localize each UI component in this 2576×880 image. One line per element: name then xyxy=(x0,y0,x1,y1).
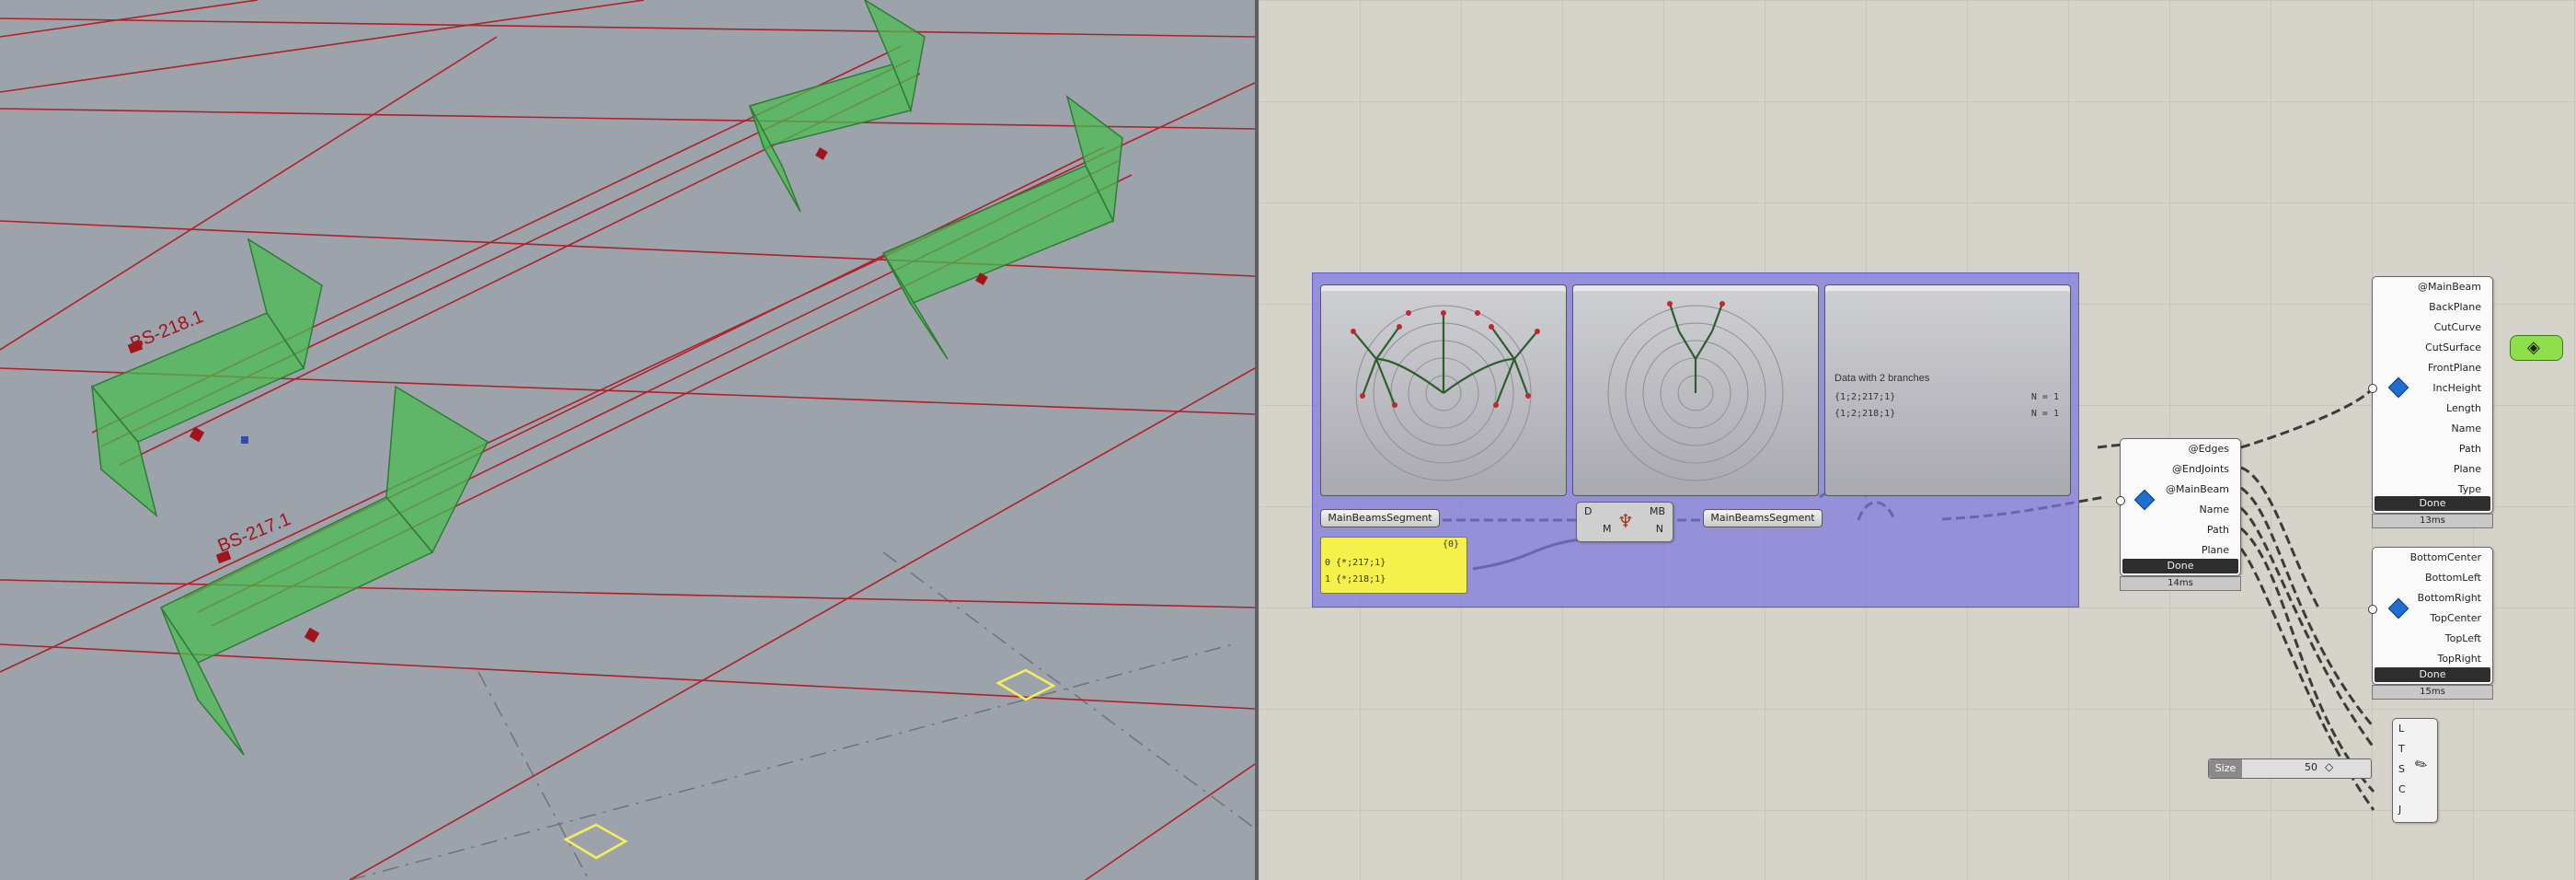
input-name: Name xyxy=(2199,504,2229,515)
input-edges: @Edges xyxy=(2188,443,2229,455)
corner-timer: 15ms xyxy=(2372,685,2493,700)
text-tag-icon: ✎ xyxy=(2411,753,2432,776)
text-input-s: S xyxy=(2398,763,2405,775)
text-input-c: C xyxy=(2398,783,2406,795)
tree-output-n: N xyxy=(1655,523,1663,535)
component-group[interactable]: Data with 2 branches {1;2;217;1} N = 1 {… xyxy=(1312,272,2079,608)
text-input-j: J xyxy=(2398,804,2402,816)
properties-cube-icon xyxy=(2387,376,2409,399)
output-plane: Plane xyxy=(2453,463,2481,475)
output-frontplane: FrontPlane xyxy=(2428,362,2481,374)
component-timer: 14ms xyxy=(2120,576,2241,591)
data-panel-count-1: N = 1 xyxy=(2030,409,2059,419)
output-incheight: IncHeight xyxy=(2432,382,2481,394)
text-input-l: L xyxy=(2398,723,2405,735)
tree-icon: ♆ xyxy=(1617,510,1634,532)
tree-output-mb: MB xyxy=(1649,505,1665,517)
input-grip[interactable] xyxy=(2116,496,2125,505)
main-beam-deconstruct-component[interactable]: @Edges @EndJoints @MainBeam Name Path Pl… xyxy=(2116,438,2241,576)
rhino-viewport[interactable]: BS-218.1 BS-217.1 xyxy=(0,0,1255,880)
output-topcenter: TopCenter xyxy=(2430,612,2481,624)
input-path: Path xyxy=(2206,524,2229,536)
properties-input-grip[interactable] xyxy=(2368,384,2377,393)
properties-timer: 13ms xyxy=(2372,514,2493,528)
output-mainbeam: @MainBeam xyxy=(2417,281,2481,293)
grasshopper-canvas[interactable]: Data with 2 branches {1;2;217;1} N = 1 {… xyxy=(1259,0,2576,880)
input-endjoints: @EndJoints xyxy=(2172,463,2229,475)
output-length: Length xyxy=(2446,402,2481,414)
output-bottomcenter: BottomCenter xyxy=(2409,551,2481,563)
tree-visualizer-panel-2[interactable] xyxy=(1572,284,1819,496)
tree-graph-2 xyxy=(1607,301,1784,481)
component-status: Done xyxy=(2122,559,2238,573)
corner-input-grip[interactable] xyxy=(2368,605,2377,614)
component-cube-icon xyxy=(2133,489,2156,511)
data-panel-count-0: N = 1 xyxy=(2030,392,2059,402)
boolean-toggle[interactable]: ◈ xyxy=(2510,335,2563,361)
tree-input-m: M xyxy=(1603,523,1612,535)
tree-graph-1 xyxy=(1351,305,1540,481)
data-panel-title: Data with 2 branches xyxy=(1834,373,1930,384)
input-mainbeam: @MainBeam xyxy=(2165,483,2229,495)
viewport-scene: BS-218.1 BS-217.1 xyxy=(0,0,1255,880)
output-cutcurve: CutCurve xyxy=(2433,321,2481,333)
text-input-t: T xyxy=(2398,743,2405,755)
size-slider-label: Size xyxy=(2209,759,2242,778)
size-slider-value: 50 xyxy=(2305,761,2317,773)
tree-component[interactable]: D M MB N ♆ xyxy=(1576,502,1673,542)
toggle-icon: ◈ xyxy=(2527,338,2540,357)
size-slider[interactable]: Size 50 ◇ xyxy=(2208,758,2372,779)
text-tag-component[interactable]: L T S C J ✎ xyxy=(2392,718,2438,823)
tree-input-d: D xyxy=(1584,505,1593,517)
properties-status: Done xyxy=(2375,496,2490,511)
output-type: Type xyxy=(2457,483,2481,495)
path-list-row-1: 1 {*;218;1} xyxy=(1325,574,1386,585)
input-plane: Plane xyxy=(2201,544,2229,556)
output-topright: TopRight xyxy=(2437,653,2481,665)
corner-points-component[interactable]: BottomCenter BottomLeft BottomRight TopC… xyxy=(2368,547,2493,685)
corner-status: Done xyxy=(2375,667,2490,682)
output-bottomleft: BottomLeft xyxy=(2424,572,2481,584)
corner-cube-icon xyxy=(2387,597,2409,619)
output-cutsurface: CutSurface xyxy=(2425,342,2481,353)
data-panel[interactable]: Data with 2 branches {1;2;217;1} N = 1 {… xyxy=(1824,284,2071,496)
tree-visualizer-panel-1[interactable] xyxy=(1320,284,1567,496)
data-panel-path-1: {1;2;218;1} xyxy=(1834,409,1896,419)
path-list-header: {0} xyxy=(1442,539,1459,550)
output-backplane: BackPlane xyxy=(2429,301,2481,313)
main-beam-properties-component[interactable]: @MainBeam BackPlane CutCurve CutSurface … xyxy=(2368,276,2493,514)
path-list-row-0: 0 {*;217;1} xyxy=(1325,558,1386,568)
data-panel-path-0: {1;2;217;1} xyxy=(1834,392,1896,402)
output-bottomright: BottomRight xyxy=(2417,592,2481,604)
output-path: Path xyxy=(2458,443,2481,455)
main-beams-segment-param-right[interactable]: MainBeamsSegment xyxy=(1703,509,1823,527)
slider-knob-icon[interactable]: ◇ xyxy=(2325,760,2333,773)
path-list-panel[interactable]: {0} 0 {*;217;1} 1 {*;218;1} xyxy=(1320,537,1467,594)
main-beams-segment-param-left[interactable]: MainBeamsSegment xyxy=(1320,509,1440,527)
output-topleft: TopLeft xyxy=(2444,632,2481,644)
output-name: Name xyxy=(2451,423,2481,434)
